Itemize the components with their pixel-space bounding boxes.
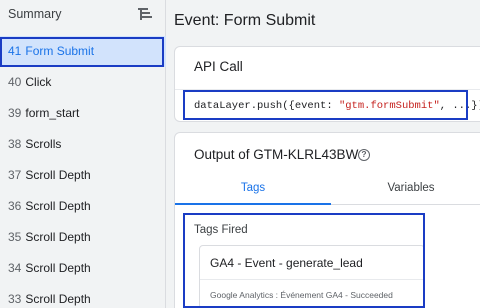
event-label: Scrolls [25,137,62,151]
divider [200,279,424,280]
event-item-scroll-depth[interactable]: 37 Scroll Depth [0,160,166,191]
event-label: form_start [25,106,80,120]
event-label: Scroll Depth [25,292,91,306]
event-item-scroll-depth[interactable]: 35 Scroll Depth [0,222,166,253]
event-label: Scroll Depth [25,261,91,275]
output-tabs: Tags Variables [175,171,480,205]
event-label: Scroll Depth [25,230,91,244]
event-number: 37 [8,168,22,182]
output-title: Output of GTM-KLRL43BW [194,147,359,162]
event-item-scroll-depth[interactable]: 34 Scroll Depth [0,253,166,284]
tab-variables[interactable]: Variables [331,171,480,205]
event-label: Form Submit [25,44,95,58]
event-label: Scroll Depth [25,199,91,213]
divider [175,89,480,90]
output-card: Output of GTM-KLRL43BW ? Tags Variables … [174,132,480,308]
event-label: Scroll Depth [25,168,91,182]
event-number: 41 [8,44,22,58]
sidebar-title: Summary [8,7,62,21]
help-icon[interactable]: ? [358,149,370,161]
main-panel: Event: Form Submit API Call dataLayer.pu… [167,0,480,308]
tag-name: GA4 - Event - generate_lead [210,256,363,270]
event-number: 35 [8,230,22,244]
event-number: 40 [8,75,22,89]
code-string: "gtm.formSubmit" [338,100,440,112]
event-item-scroll-depth[interactable]: 33 Scroll Depth [0,284,166,308]
event-list: 41 Form Submit 40 Click 39 form_start 38 Scr… [0,36,166,308]
event-number: 34 [8,261,22,275]
tab-tags[interactable]: Tags [175,171,331,205]
event-item-scroll-depth[interactable]: 36 Scroll Depth [0,191,166,222]
api-call-card: API Call dataLayer.push({event: "gtm.for… [174,46,480,122]
code-suffix: , ...}) [439,100,480,112]
clear-all-icon[interactable] [137,6,155,22]
event-number: 33 [8,292,22,306]
event-item-scrolls[interactable]: 38 Scrolls [0,129,166,160]
fired-tag-card[interactable]: GA4 - Event - generate_lead Google Analy… [199,245,425,308]
tag-description: Google Analytics : Événement GA4 - Succe… [210,290,393,300]
event-label: Click [25,75,52,89]
api-call-title: API Call [194,59,243,74]
tags-fired-heading: Tags Fired [194,224,248,236]
event-number: 39 [8,106,22,120]
event-number: 38 [8,137,22,151]
event-item-form-submit[interactable]: 41 Form Submit [0,36,166,67]
code-prefix: dataLayer.push({event: [194,100,339,112]
event-item-click[interactable]: 40 Click [0,67,166,98]
sidebar-header: Summary [0,0,166,30]
event-number: 36 [8,199,22,213]
sidebar: Summary 41 Form Submit 40 Click 39 form_sta… [0,0,166,308]
page-title: Event: Form Submit [174,12,316,29]
event-item-form-start[interactable]: 39 form_start [0,98,166,129]
api-call-code: dataLayer.push({event: "gtm.formSubmit",… [194,100,480,112]
